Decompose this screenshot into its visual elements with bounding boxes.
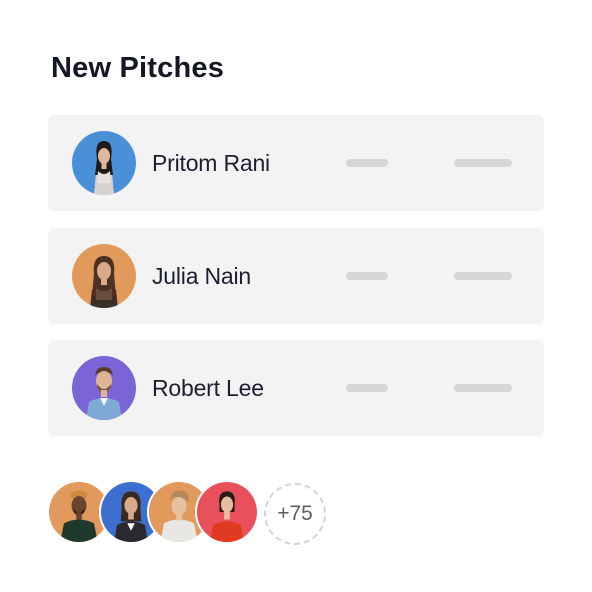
pitch-name: Robert Lee <box>152 375 264 401</box>
pitch-card-julia-nain[interactable]: Julia Nain <box>48 228 544 324</box>
placeholder-bar <box>454 159 512 167</box>
more-members-badge[interactable]: +75 <box>264 483 326 545</box>
pitch-name: Pritom Rani <box>152 150 270 176</box>
page-title: New Pitches <box>51 52 225 84</box>
group-avatar[interactable] <box>195 480 259 544</box>
avatar[interactable] <box>72 244 136 308</box>
placeholder-bar <box>454 384 512 392</box>
placeholder-bar <box>346 159 388 167</box>
woman-portrait-icon <box>72 131 136 195</box>
placeholder-bar <box>454 272 512 280</box>
avatar[interactable] <box>72 131 136 195</box>
placeholder-bar <box>346 384 388 392</box>
woman-portrait-icon <box>72 244 136 308</box>
man-portrait-icon <box>72 356 136 420</box>
placeholder-bar <box>346 272 388 280</box>
pitch-card-pritom-rani[interactable]: Pritom Rani <box>48 115 544 211</box>
pitch-name: Julia Nain <box>152 263 251 289</box>
woman-portrait-icon <box>197 482 257 542</box>
avatar[interactable] <box>72 356 136 420</box>
pitch-card-robert-lee[interactable]: Robert Lee <box>48 340 544 436</box>
